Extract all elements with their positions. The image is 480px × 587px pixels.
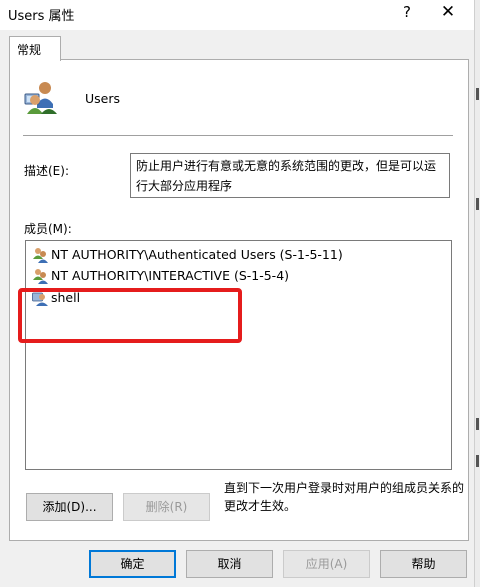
member-name: shell <box>51 290 81 305</box>
tab-label: 常规 <box>17 43 42 57</box>
description-text-line1: 防止用户进行有意或无意的系统范围的更改，但是可以运 <box>136 159 437 173</box>
membership-note: 直到下一次用户登录时对用户的组成员关系的更改才生效。 <box>224 481 465 513</box>
members-list[interactable]: NT AUTHORITY\Authenticated Users (S-1-5-… <box>25 240 452 470</box>
cancel-button[interactable]: 取消 <box>186 550 273 578</box>
tab-general[interactable]: 常规 <box>9 36 61 61</box>
close-icon[interactable]: ✕ <box>440 2 456 22</box>
group-icon <box>33 248 48 263</box>
group-name: Users <box>85 91 121 106</box>
members-label: 成员(M): <box>24 222 72 236</box>
description-field[interactable]: 防止用户进行有意或无意的系统范围的更改，但是可以运 行大部分应用程序 <box>130 153 450 198</box>
ok-button[interactable]: 确定 <box>89 550 176 578</box>
add-button[interactable]: 添加(D)... <box>26 493 113 521</box>
separator <box>23 135 453 136</box>
member-name: NT AUTHORITY\INTERACTIVE (S-1-5-4) <box>51 268 290 283</box>
user-icon <box>32 292 48 306</box>
group-icon <box>33 269 48 284</box>
member-name: NT AUTHORITY\Authenticated Users (S-1-5-… <box>51 247 343 262</box>
users-group-icon <box>24 82 57 114</box>
description-label: 描述(E): <box>24 164 69 178</box>
remove-button[interactable]: 删除(R) <box>123 493 210 521</box>
window-title: Users 属性 <box>8 9 75 24</box>
description-text-line2: 行大部分应用程序 <box>136 179 233 193</box>
apply-button[interactable]: 应用(A) <box>283 550 370 578</box>
background-window-edge <box>474 0 480 587</box>
help-button[interactable]: 帮助 <box>380 550 467 578</box>
title-bar: Users 属性 ? ✕ <box>0 0 480 30</box>
help-icon[interactable]: ? <box>400 3 414 21</box>
